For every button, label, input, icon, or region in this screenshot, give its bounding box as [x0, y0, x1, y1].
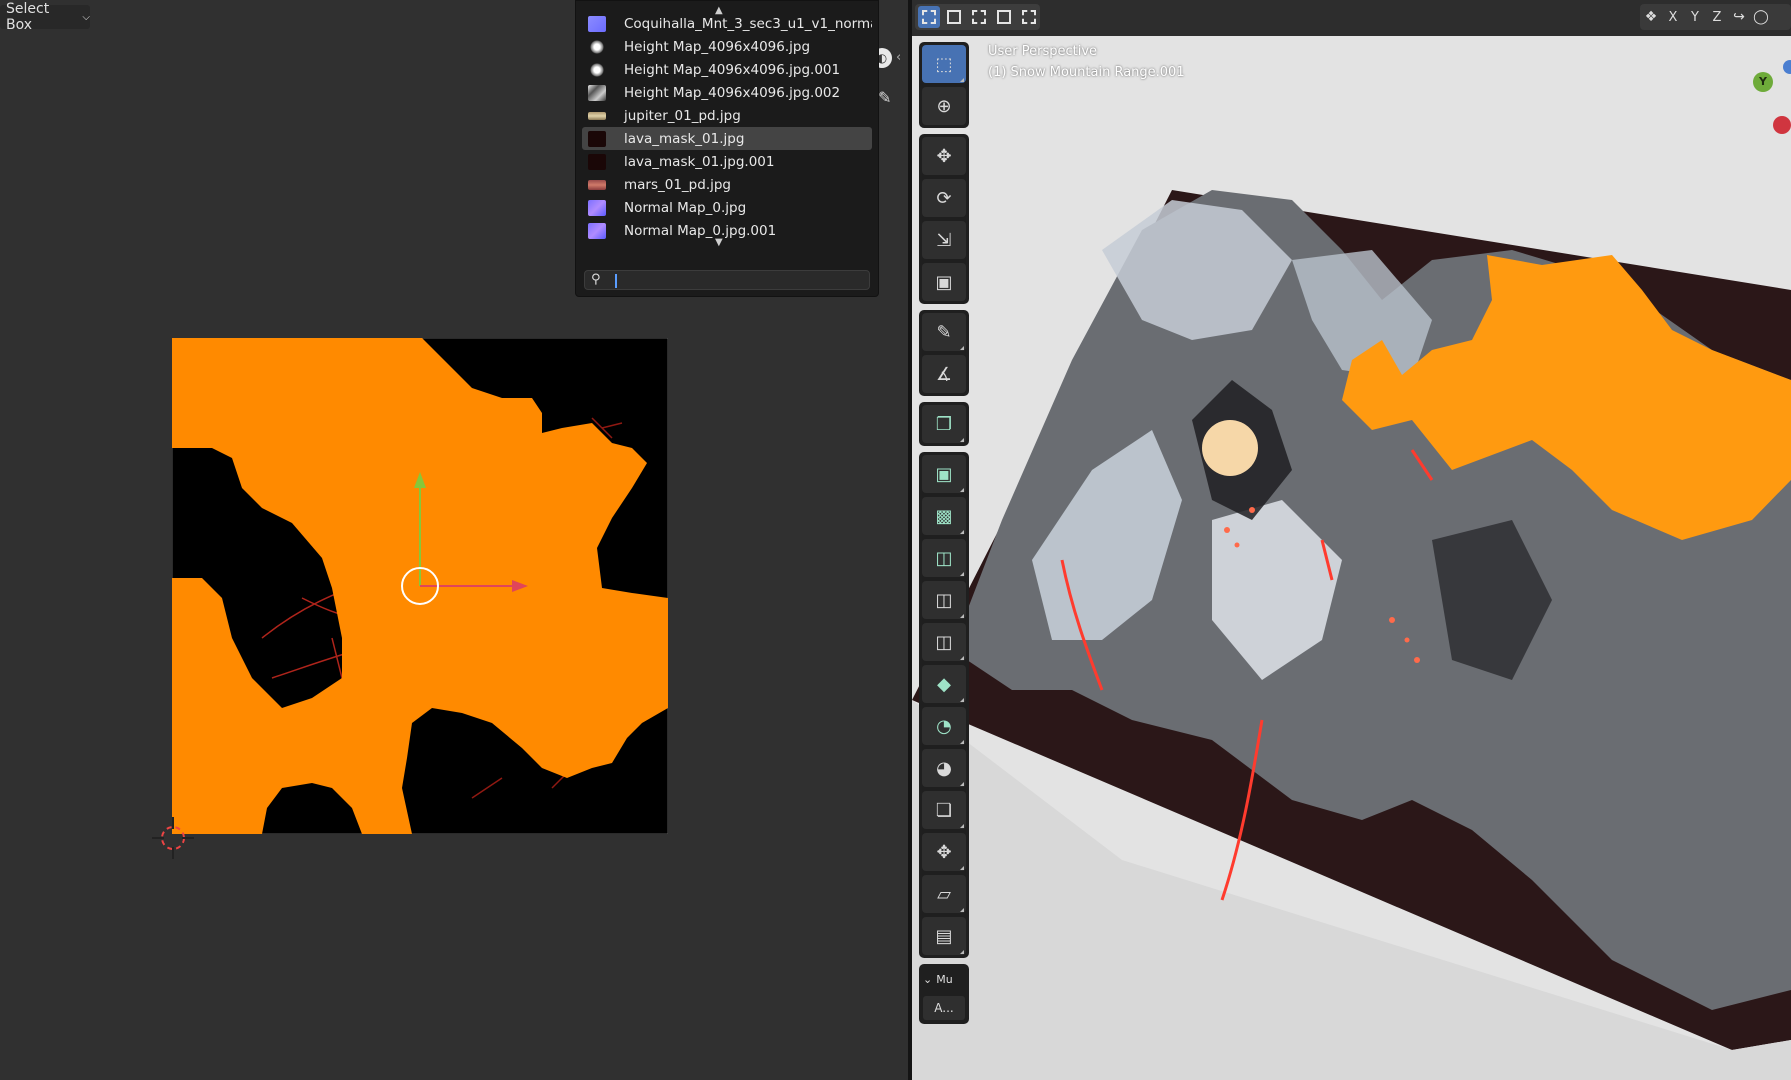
terrain-render [912, 190, 1791, 1080]
snap-icon[interactable]: ↪ [1728, 9, 1750, 25]
image-list: Coquihalla_Mnt_3_sec3_u1_v1_norma... Heig… [576, 12, 878, 242]
add-cube-icon[interactable]: ❐ [922, 405, 966, 443]
tool-group-transform: ✥ ⟳ ⇲ ▣ [919, 134, 969, 304]
image-list-item-label: Height Map_4096x4096.jpg.002 [624, 84, 841, 101]
image-list-item[interactable]: Height Map_4096x4096.jpg [582, 35, 872, 58]
select-invert-icon[interactable] [993, 6, 1015, 28]
tool-group-mesh: ▣ ▩ ◫ ◫ ◫ ◆ ◔ ◕ ❏ ✥ ▱ ▤ [919, 452, 969, 958]
image-list-item-label: jupiter_01_pd.jpg [624, 107, 741, 124]
spin-icon[interactable]: ◔ [922, 707, 966, 745]
navigation-gizmo-x[interactable] [1773, 116, 1791, 134]
operator-panel-title: Mu [936, 972, 953, 986]
rotate-icon[interactable]: ⟳ [922, 179, 966, 217]
select-mode-label: Select Box [6, 1, 50, 33]
image-thumbnail-icon [588, 222, 606, 239]
smooth-icon[interactable]: ◕ [922, 749, 966, 787]
tool-settings-icon[interactable]: ✎ [878, 88, 892, 110]
image-thumbnail-icon [590, 39, 604, 54]
shrink-fatten-icon[interactable]: ✥ [922, 833, 966, 871]
active-object-label: (1) Snow Mountain Range.001 [988, 65, 1185, 80]
tool-group-select: ⬚ ⊕ [919, 42, 969, 128]
image-list-item-label: Height Map_4096x4096.jpg [624, 38, 811, 55]
image-thumbnail-icon [588, 179, 606, 190]
uv-image-canvas[interactable] [172, 338, 668, 834]
image-thumbnail-icon [590, 62, 604, 77]
tool-group-add: ❐ [919, 402, 969, 446]
chevron-down-icon: ⌵ [82, 11, 90, 23]
image-list-item-label: lava_mask_01.jpg [624, 130, 745, 147]
select-mode-dropdown[interactable]: Select Box ⌵ [0, 1, 90, 33]
image-list-item-label: Height Map_4096x4096.jpg.001 [624, 61, 841, 78]
image-list-item-label: Coquihalla_Mnt_3_sec3_u1_v1_norma... [624, 15, 872, 32]
move-icon[interactable]: ✥ [922, 137, 966, 175]
operator-panel-button[interactable]: A... [923, 996, 965, 1020]
image-list-item[interactable]: lava_mask_01.jpg.001 [582, 150, 872, 173]
scale-icon[interactable]: ⇲ [922, 221, 966, 259]
image-thumbnail-icon [588, 199, 606, 216]
selection-mode-group [915, 4, 1040, 30]
navigation-gizmo-z[interactable] [1783, 60, 1791, 74]
axis-x-toggle[interactable]: X [1662, 10, 1684, 25]
select-box-icon[interactable]: ⬚ [922, 45, 966, 83]
proportional-edit-icon[interactable]: ◯ [1750, 9, 1772, 25]
image-list-item-label: Normal Map_0.jpg.001 [624, 222, 777, 239]
operator-panel-header[interactable]: ⌄ Mu [923, 968, 965, 990]
image-list-item-label: lava_mask_01.jpg.001 [624, 153, 775, 170]
image-list-item[interactable]: lava_mask_01.jpg [582, 127, 872, 150]
operator-panel: ⌄ Mu A... [919, 964, 969, 1024]
select-intersect-icon[interactable] [1018, 6, 1040, 28]
image-list-item[interactable]: jupiter_01_pd.jpg [582, 104, 872, 127]
bevel-icon[interactable]: ◫ [922, 539, 966, 577]
image-list-item[interactable]: mars_01_pd.jpg [582, 173, 872, 196]
cursor-icon[interactable]: ⊕ [922, 87, 966, 125]
edge-slide-icon[interactable]: ❏ [922, 791, 966, 829]
text-caret [615, 274, 617, 288]
2d-cursor-icon[interactable] [150, 815, 196, 861]
image-thumbnail-icon [588, 130, 606, 147]
image-list-item[interactable]: Height Map_4096x4096.jpg.001 [582, 58, 872, 81]
image-list-item-label: Normal Map_0.jpg [624, 199, 747, 216]
search-icon: ⚲ [591, 272, 601, 287]
image-thumbnail-icon [588, 15, 606, 32]
image-list-item-label: mars_01_pd.jpg [624, 176, 732, 193]
loop-cut-icon[interactable]: ◫ [922, 581, 966, 619]
image-thumbnail-icon [588, 111, 606, 120]
poly-build-icon[interactable]: ◆ [922, 665, 966, 703]
image-browser-dropdown[interactable]: ▲ Coquihalla_Mnt_3_sec3_u1_v1_norma... He… [575, 0, 879, 297]
scroll-down-icon[interactable]: ▼ [715, 237, 723, 248]
measure-icon[interactable]: ∡ [922, 355, 966, 393]
extrude-region-icon[interactable]: ▣ [922, 455, 966, 493]
select-new-icon[interactable] [918, 6, 940, 28]
mirror-axis-group: ❖ X Y Z ↪ ◯ [1640, 4, 1791, 30]
image-thumbnail-icon [588, 153, 606, 170]
image-list-item[interactable]: Normal Map_0.jpg [582, 196, 872, 219]
image-list-item[interactable]: Normal Map_0.jpg.001 [582, 219, 872, 242]
select-subtract-icon[interactable] [968, 6, 990, 28]
transform-icon[interactable]: ▣ [922, 263, 966, 301]
image-search-input[interactable]: ⚲ [584, 270, 870, 290]
inset-faces-icon[interactable]: ▩ [922, 497, 966, 535]
rip-region-icon[interactable]: ▤ [922, 917, 966, 955]
tool-shelf: ⬚ ⊕ ✥ ⟳ ⇲ ▣ ✎ ∡ ❐ ▣ ▩ ◫ ◫ ◫ ◆ ◔ ◕ ❏ ✥ ▱ [919, 42, 969, 1024]
knife-icon[interactable]: ◫ [922, 623, 966, 661]
image-list-item[interactable]: Coquihalla_Mnt_3_sec3_u1_v1_norma... [582, 12, 872, 35]
select-extend-icon[interactable] [943, 6, 965, 28]
view-perspective-label: User Perspective [988, 44, 1098, 59]
tool-group-annotate: ✎ ∡ [919, 310, 969, 396]
image-thumbnail-icon [588, 84, 606, 101]
mirror-icon[interactable]: ❖ [1640, 9, 1662, 25]
annotate-icon[interactable]: ✎ [922, 313, 966, 351]
axis-y-toggle[interactable]: Y [1684, 10, 1706, 25]
viewport-header: ❖ X Y Z ↪ ◯ [912, 0, 1791, 36]
chevron-down-icon: ⌄ [923, 972, 933, 986]
3d-viewport[interactable]: ❖ X Y Z ↪ ◯ User Perspective (1) Snow Mo… [912, 0, 1791, 1080]
navigation-gizmo-y[interactable]: Y [1753, 72, 1773, 92]
shear-icon[interactable]: ▱ [922, 875, 966, 913]
image-list-item[interactable]: Height Map_4096x4096.jpg.002 [582, 81, 872, 104]
axis-z-toggle[interactable]: Z [1706, 10, 1728, 25]
collapse-sidebar-icon[interactable]: ‹ [896, 50, 901, 65]
crater-glow [1202, 420, 1258, 476]
